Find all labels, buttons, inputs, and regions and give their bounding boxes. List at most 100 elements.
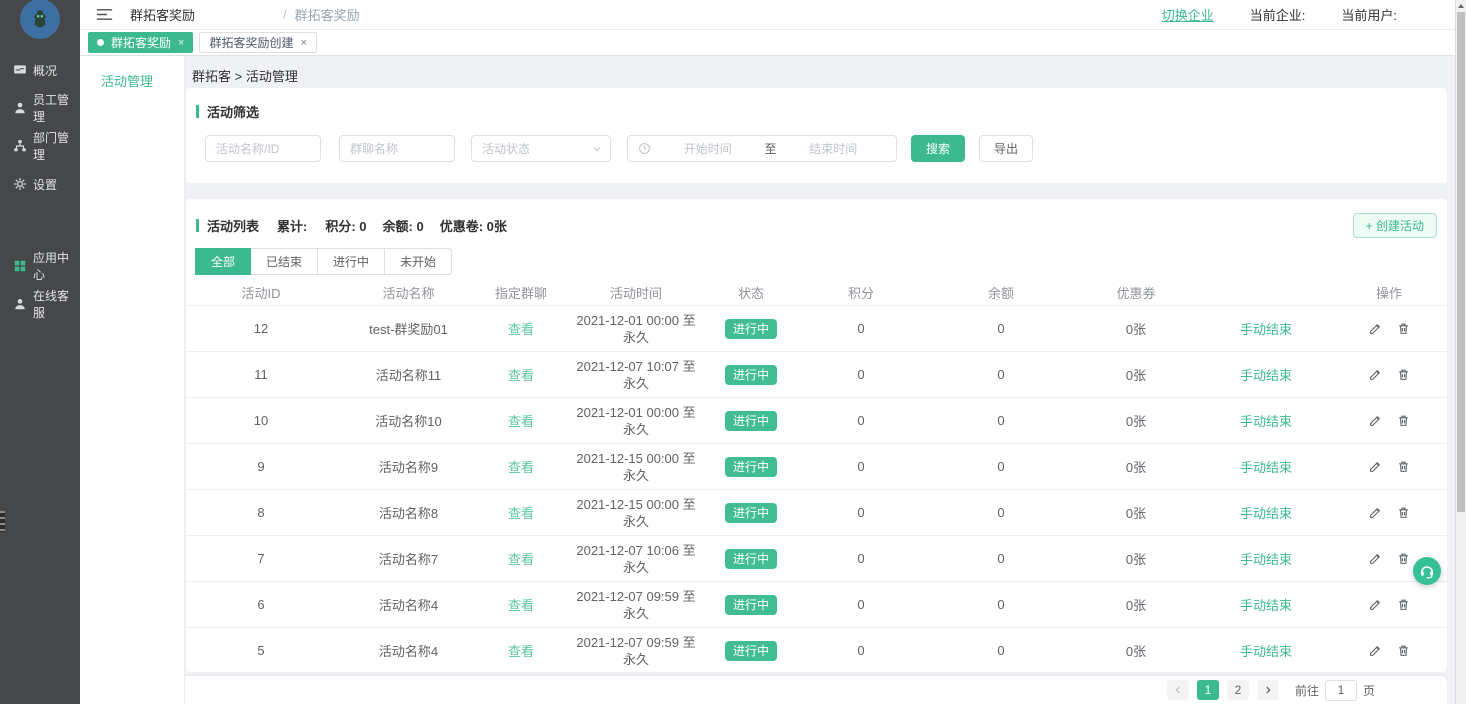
scroll-up-button[interactable] [1456,0,1466,12]
sidebar-item-online-service[interactable]: 在线客服 [0,285,80,323]
cell-activity-time: 2021-12-15 00:00 至 永久 [561,496,711,530]
cell-balance: 0 [931,551,1071,566]
manual-end-link[interactable]: 手动结束 [1240,644,1292,659]
manual-end-link[interactable]: 手动结束 [1240,368,1292,383]
edit-icon[interactable] [1369,506,1382,519]
next-page-button[interactable] [1257,680,1279,700]
group-name-input[interactable] [339,135,455,162]
view-group-link[interactable]: 查看 [508,414,534,429]
delete-icon[interactable] [1397,414,1410,427]
status-badge: 进行中 [725,457,777,477]
manual-end-link[interactable]: 手动结束 [1240,460,1292,475]
edit-icon[interactable] [1369,644,1382,657]
time-line-1: 2021-12-01 00:00 至 [561,312,711,329]
page-numbers: 12 [1197,680,1249,700]
current-user-label: 当前用户: [1341,5,1397,24]
delete-icon[interactable] [1397,644,1410,657]
tab-label: 群拓客奖励 [111,34,171,51]
tab-group-reward[interactable]: 群拓客奖励 × [88,32,193,53]
status-tab[interactable]: 全部 [195,248,251,275]
edit-icon[interactable] [1369,460,1382,473]
edit-icon[interactable] [1369,368,1382,381]
submenu-item-activity-management[interactable]: 活动管理 [80,56,184,90]
prev-page-button[interactable] [1167,680,1189,700]
breadcrumb-primary[interactable]: 群拓客奖励 [130,5,275,24]
cell-points: 0 [791,459,931,474]
view-group-link[interactable]: 查看 [508,460,534,475]
edit-icon[interactable] [1369,414,1382,427]
delete-icon[interactable] [1397,598,1410,611]
manual-end-link[interactable]: 手动结束 [1240,506,1292,521]
close-tab-icon[interactable]: × [178,37,184,49]
delete-icon[interactable] [1397,506,1410,519]
page-number-button[interactable]: 1 [1197,680,1219,700]
manual-end-link[interactable]: 手动结束 [1240,414,1292,429]
active-tab-dot-icon [97,39,104,46]
view-group-link[interactable]: 查看 [508,644,534,659]
list-header: 活动列表 累计: 积分: 0余额: 0优惠卷: 0张 + 创建活动 [186,199,1447,238]
table-row: 7 活动名称7 查看 2021-12-07 10:06 至 永久 进行中 0 0… [186,536,1447,582]
cell-points: 0 [791,505,931,520]
view-group-link[interactable]: 查看 [508,552,534,567]
section-bar-icon [196,105,199,118]
activity-list-card: 活动列表 累计: 积分: 0余额: 0优惠卷: 0张 + 创建活动 全部已结束进… [186,199,1447,672]
status-tab[interactable]: 进行中 [317,248,385,275]
left-edge-handle[interactable] [0,511,5,532]
col-status: 状态 [711,283,791,302]
secondary-sidebar: 活动管理 [80,56,185,704]
edit-icon[interactable] [1369,552,1382,565]
cell-balance: 0 [931,367,1071,382]
view-group-link[interactable]: 查看 [508,506,534,521]
search-button[interactable]: 搜索 [911,135,965,162]
col-operations: 操作 [1331,283,1447,302]
delete-icon[interactable] [1397,322,1410,335]
sidebar-item-overview[interactable]: 概况 [0,51,80,89]
delete-icon[interactable] [1397,368,1410,381]
activity-status-input[interactable] [471,135,611,162]
cell-activity-time: 2021-12-01 00:00 至 永久 [561,312,711,346]
status-badge: 进行中 [725,641,777,661]
activity-status-select[interactable] [471,135,611,162]
cell-balance: 0 [931,597,1071,612]
vertical-scrollbar[interactable] [1455,0,1466,704]
close-tab-icon[interactable]: × [300,37,306,49]
date-range-picker[interactable]: 开始时间 至 结束时间 [627,135,897,162]
scrollbar-thumb[interactable] [1457,12,1465,512]
sidebar-item-employees[interactable]: 员工管理 [0,89,80,127]
delete-icon[interactable] [1397,552,1410,565]
page-number-button[interactable]: 2 [1227,680,1249,700]
sidebar-item-app-center[interactable]: 应用中心 [0,247,80,285]
tab-group-reward-create[interactable]: 群拓客奖励创建 × [199,32,316,53]
cell-coupons: 0张 [1071,549,1201,568]
cell-coupons: 0张 [1071,319,1201,338]
collapse-menu-icon[interactable] [96,7,114,22]
view-group-link[interactable]: 查看 [508,322,534,337]
edit-icon[interactable] [1369,322,1382,335]
create-activity-button[interactable]: + 创建活动 [1353,213,1437,238]
switch-company-link[interactable]: 切换企业 [1162,5,1214,24]
export-button[interactable]: 导出 [979,135,1033,162]
cell-activity-name: 活动名称11 [336,365,481,384]
manual-end-link[interactable]: 手动结束 [1240,552,1292,567]
sidebar-item-settings[interactable]: 设置 [0,165,80,203]
goto-page-input[interactable] [1325,680,1357,701]
logo-mascot-icon [29,8,51,30]
edit-icon[interactable] [1369,598,1382,611]
breadcrumb: 群拓客奖励 / 群拓客奖励 [130,5,375,24]
activity-name-input[interactable] [205,135,321,162]
customer-service-button[interactable] [1413,557,1441,585]
range-separator: 至 [765,140,777,157]
app-logo[interactable] [20,0,60,39]
status-tab[interactable]: 未开始 [384,248,452,275]
cell-points: 0 [791,643,931,658]
view-group-link[interactable]: 查看 [508,368,534,383]
table-row: 6 活动名称4 查看 2021-12-07 09:59 至 永久 进行中 0 0… [186,582,1447,628]
sidebar-item-departments[interactable]: 部门管理 [0,127,80,165]
filter-card: 活动筛选 开始时间 至 结束时间 搜索 导出 [186,88,1447,183]
delete-icon[interactable] [1397,460,1410,473]
manual-end-link[interactable]: 手动结束 [1240,322,1292,337]
view-group-link[interactable]: 查看 [508,598,534,613]
status-tab[interactable]: 已结束 [250,248,318,275]
table-body: 12 test-群奖励01 查看 2021-12-01 00:00 至 永久 进… [186,306,1447,672]
manual-end-link[interactable]: 手动结束 [1240,598,1292,613]
